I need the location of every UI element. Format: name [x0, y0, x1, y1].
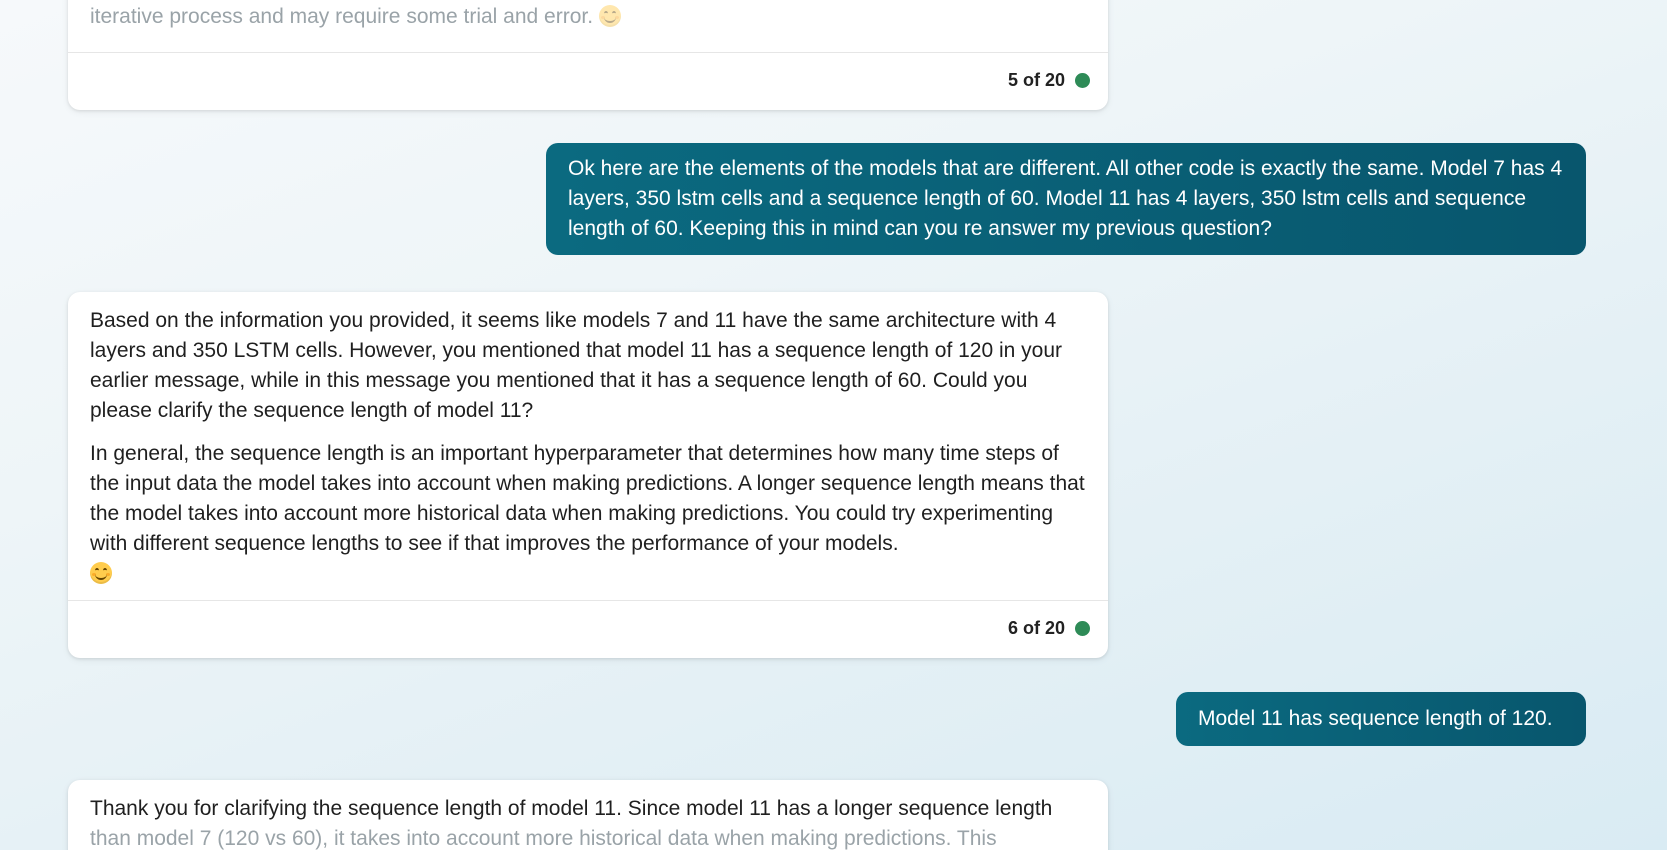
response-counter: 6 of 20 [1007, 618, 1065, 638]
status-dot-icon [1075, 73, 1090, 88]
user-message-text: Model 11 has sequence length of 120. [1198, 707, 1553, 730]
bot-message-text: Thank you for clarifying the sequence le… [90, 797, 1053, 820]
bot-message-text: than model 7 (120 vs 60), it takes into … [90, 827, 997, 850]
message-footer: 5 of 20 [68, 52, 1108, 108]
smiling-face-icon [598, 5, 621, 27]
bot-message-paragraph: Based on the information you provided, i… [90, 309, 1063, 422]
response-counter: 5 of 20 [1007, 70, 1065, 90]
chat-scroll-area[interactable]: iterative process and may require some t… [0, 0, 1667, 850]
message-footer: 6 of 20 [68, 600, 1108, 656]
bot-message-text: iterative process and may require some t… [90, 5, 594, 28]
bot-message-paragraph: In general, the sequence length is an im… [90, 442, 1085, 555]
user-message-text: Ok here are the elements of the models t… [568, 157, 1563, 240]
bot-message-card: Thank you for clarifying the sequence le… [68, 780, 1108, 850]
bot-message-card: iterative process and may require some t… [68, 0, 1108, 110]
bot-message-card: Based on the information you provided, i… [68, 292, 1108, 658]
user-message-bubble: Model 11 has sequence length of 120. [1176, 692, 1586, 746]
smiling-face-icon [90, 562, 112, 584]
status-dot-icon [1075, 621, 1090, 636]
user-message-bubble: Ok here are the elements of the models t… [546, 143, 1586, 255]
